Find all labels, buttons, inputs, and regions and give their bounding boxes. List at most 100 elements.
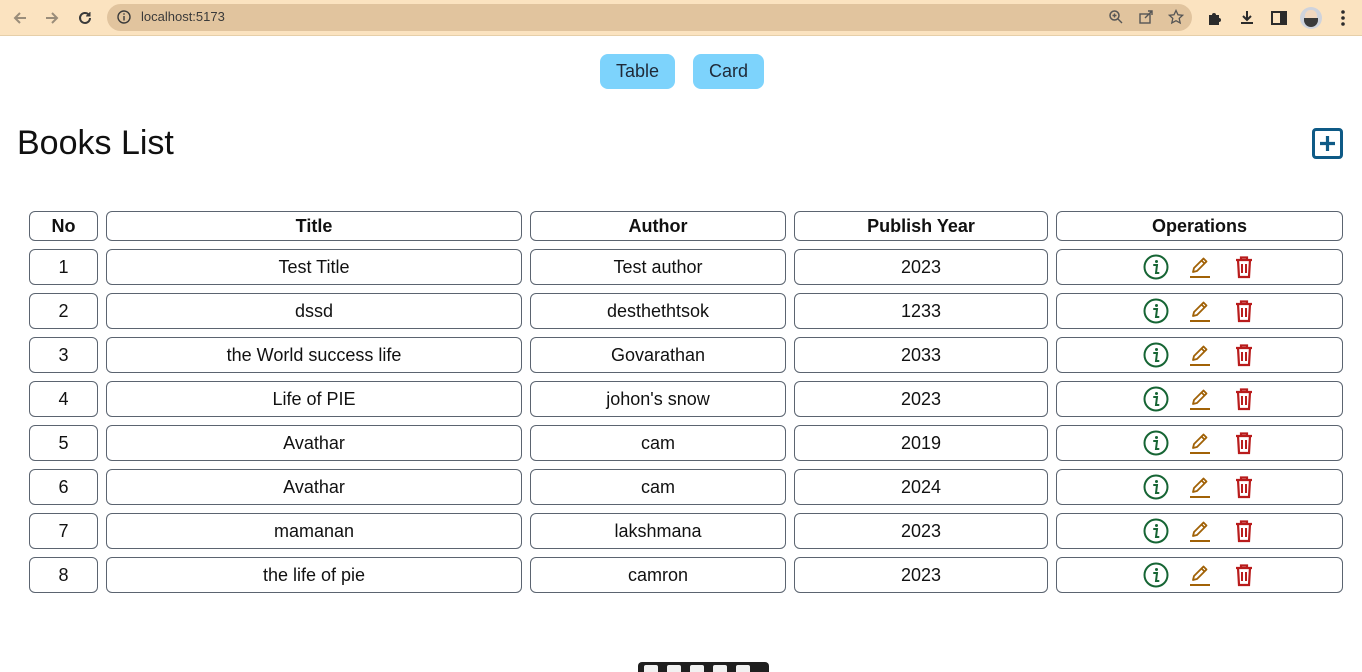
share-icon[interactable] [1138,9,1154,30]
table-row: 8 the life of pie camron 2023 [29,557,1343,593]
cell-no: 3 [29,337,98,373]
edit-pencil-icon[interactable] [1187,430,1213,456]
cell-publish-year: 1233 [794,293,1048,329]
back-icon[interactable] [8,6,32,30]
url-text: localhost:5173 [141,9,225,24]
info-circle-icon[interactable] [1143,518,1169,544]
info-circle-icon[interactable] [1143,342,1169,368]
cell-title: the World success life [106,337,522,373]
site-info-icon[interactable] [117,10,131,29]
info-circle-icon[interactable] [1143,386,1169,412]
cell-no: 4 [29,381,98,417]
delete-trash-icon[interactable] [1231,254,1257,280]
delete-trash-icon[interactable] [1231,518,1257,544]
cell-publish-year: 2033 [794,337,1048,373]
cell-author: camron [530,557,786,593]
reload-icon[interactable] [73,6,97,30]
delete-trash-icon[interactable] [1231,386,1257,412]
cell-author: desthethtsok [530,293,786,329]
delete-trash-icon[interactable] [1231,562,1257,588]
cell-publish-year: 2024 [794,469,1048,505]
table-row: 3 the World success life Govarathan 2033 [29,337,1343,373]
table-row: 4 Life of PIE johon's snow 2023 [29,381,1343,417]
info-circle-icon[interactable] [1143,562,1169,588]
cell-publish-year: 2019 [794,425,1048,461]
table-header-row: No Title Author Publish Year Operations [29,211,1343,241]
profile-avatar[interactable] [1299,6,1323,30]
table-row: 1 Test Title Test author 2023 [29,249,1343,285]
table-view-button[interactable]: Table [600,54,675,89]
cell-operations [1056,293,1343,329]
cell-author: cam [530,469,786,505]
cell-no: 5 [29,425,98,461]
delete-trash-icon[interactable] [1231,430,1257,456]
side-panel-icon[interactable] [1267,6,1291,30]
delete-trash-icon[interactable] [1231,342,1257,368]
cell-no: 1 [29,249,98,285]
edit-pencil-icon[interactable] [1187,254,1213,280]
cell-title: Life of PIE [106,381,522,417]
add-book-button[interactable] [1312,128,1343,159]
table-row: 2 dssd desthethtsok 1233 [29,293,1343,329]
header-title: Title [106,211,522,241]
cell-author: Test author [530,249,786,285]
table-row: 7 mamanan lakshmana 2023 [29,513,1343,549]
info-circle-icon[interactable] [1143,254,1169,280]
books-table: No Title Author Publish Year Operations … [21,203,1351,601]
header-author: Author [530,211,786,241]
page-title: Books List [17,124,174,162]
cell-title: the life of pie [106,557,522,593]
cell-operations [1056,425,1343,461]
edit-pencil-icon[interactable] [1187,386,1213,412]
info-circle-icon[interactable] [1143,430,1169,456]
cell-publish-year: 2023 [794,381,1048,417]
address-bar[interactable]: localhost:5173 [107,4,1192,31]
header-publish-year: Publish Year [794,211,1048,241]
download-icon[interactable] [1235,6,1259,30]
header-no: No [29,211,98,241]
cell-no: 7 [29,513,98,549]
browser-toolbar: localhost:5173 [0,0,1362,36]
zoom-icon[interactable] [1108,9,1124,30]
delete-trash-icon[interactable] [1231,474,1257,500]
extensions-puzzle-icon[interactable] [1203,6,1227,30]
forward-icon[interactable] [40,6,64,30]
cell-operations [1056,337,1343,373]
edit-pencil-icon[interactable] [1187,342,1213,368]
cell-operations [1056,469,1343,505]
edit-pencil-icon[interactable] [1187,562,1213,588]
cell-no: 8 [29,557,98,593]
cell-operations [1056,249,1343,285]
edit-pencil-icon[interactable] [1187,298,1213,324]
cell-title: Test Title [106,249,522,285]
cell-author: lakshmana [530,513,786,549]
info-circle-icon[interactable] [1143,298,1169,324]
cell-no: 6 [29,469,98,505]
cell-author: cam [530,425,786,461]
header-operations: Operations [1056,211,1343,241]
browser-menu-icon[interactable] [1331,6,1355,30]
cell-publish-year: 2023 [794,557,1048,593]
table-row: 6 Avathar cam 2024 [29,469,1343,505]
edit-pencil-icon[interactable] [1187,518,1213,544]
cell-author: Govarathan [530,337,786,373]
bookmark-star-icon[interactable] [1167,8,1185,30]
edit-pencil-icon[interactable] [1187,474,1213,500]
delete-trash-icon[interactable] [1231,298,1257,324]
cell-operations [1056,513,1343,549]
cell-title: Avathar [106,469,522,505]
info-circle-icon[interactable] [1143,474,1169,500]
cell-publish-year: 2023 [794,513,1048,549]
cell-publish-year: 2023 [794,249,1048,285]
cell-title: mamanan [106,513,522,549]
cell-title: dssd [106,293,522,329]
cell-author: johon's snow [530,381,786,417]
cell-title: Avathar [106,425,522,461]
plus-icon [1320,136,1335,151]
cell-no: 2 [29,293,98,329]
floating-toolbar[interactable] [638,662,769,672]
card-view-button[interactable]: Card [693,54,764,89]
cell-operations [1056,381,1343,417]
cell-operations [1056,557,1343,593]
table-row: 5 Avathar cam 2019 [29,425,1343,461]
